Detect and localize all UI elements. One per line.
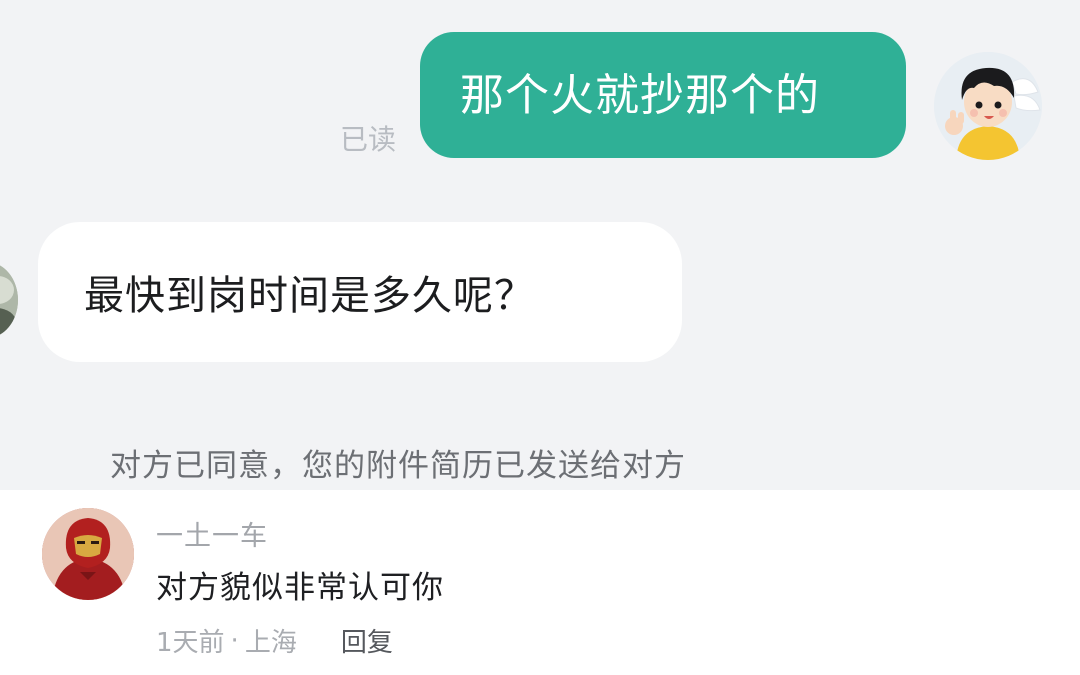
- partner-avatar[interactable]: [0, 262, 18, 338]
- cartoon-boy-icon: [934, 52, 1042, 160]
- read-status: 已读: [340, 123, 397, 156]
- meta-separator: ·: [230, 625, 239, 656]
- comment-location: 上海: [244, 628, 297, 658]
- outgoing-message-bubble[interactable]: 那个火就抄那个的: [420, 32, 906, 158]
- my-avatar[interactable]: [934, 52, 1042, 160]
- chat-area: 那个火就抄那个的 已读 最快到岗时间是多久呢？ 对方已同意，您的附件简历已发送给…: [0, 0, 1080, 490]
- commenter-username[interactable]: 一土一车: [156, 514, 268, 553]
- comment-text: 对方貌似非常认可你: [156, 570, 444, 606]
- reply-button[interactable]: 回复: [341, 622, 393, 659]
- comment-item: 一土一车 对方貌似非常认可你 1天前 · 上海 回复: [0, 490, 1080, 675]
- comment-meta: 1天前 · 上海 回复: [156, 622, 393, 659]
- incoming-message-bubble[interactable]: 最快到岗时间是多久呢？: [38, 222, 682, 362]
- commenter-avatar[interactable]: [42, 508, 134, 600]
- system-notice: 对方已同意，您的附件简历已发送给对方: [110, 448, 686, 484]
- red-armored-hero-icon: [42, 508, 134, 600]
- outgoing-message-text: 那个火就抄那个的: [460, 70, 820, 121]
- comment-time: 1天前: [156, 628, 225, 658]
- incoming-message-text: 最快到岗时间是多久呢？: [84, 273, 535, 319]
